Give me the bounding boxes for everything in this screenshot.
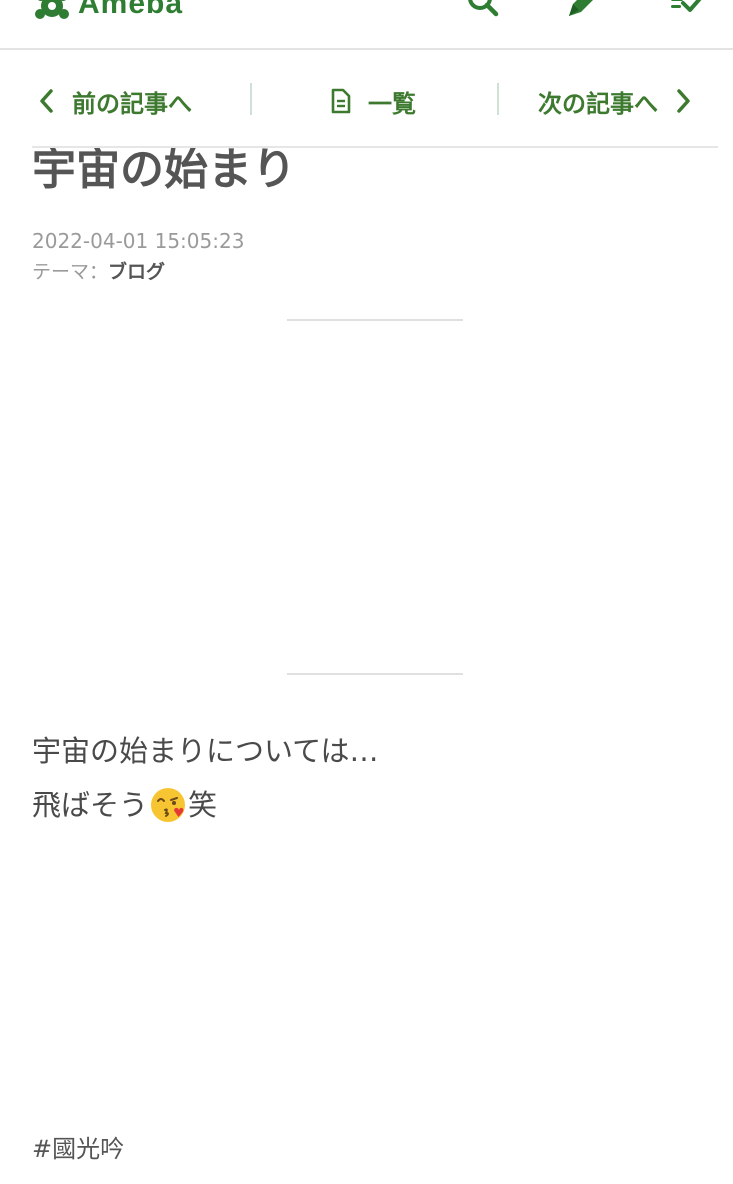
theme-prefix: テーマ： (32, 261, 109, 283)
article-list-link[interactable]: 一覧 (330, 76, 416, 126)
search-icon[interactable] (465, 0, 501, 20)
prev-article-link[interactable]: 前の記事へ (38, 76, 192, 126)
article-date: 2022-04-01 15:05:23 (32, 229, 245, 253)
checklist-icon[interactable] (669, 0, 705, 20)
article-body-line: 宇宙の始まりについては… (32, 734, 379, 768)
header-divider (32, 146, 718, 148)
chevron-right-icon (677, 89, 690, 113)
article-title: 宇宙の始まり (32, 144, 296, 195)
hashtag-link[interactable]: #國光吟 (32, 1133, 124, 1165)
logo-text: Ameba (78, 0, 184, 20)
chevron-left-icon (40, 89, 53, 113)
ameba-logo[interactable]: Ameba (32, 0, 183, 22)
prev-article-label: 前の記事へ (72, 89, 192, 118)
ad-divider-bottom (287, 673, 463, 675)
article-theme: テーマ：ブログ (32, 259, 165, 285)
next-article-label: 次の記事へ (538, 89, 658, 118)
nav-divider (497, 83, 499, 115)
article-body-line: 飛ばそう 笑 (32, 785, 217, 825)
theme-link[interactable]: ブログ (108, 261, 165, 283)
ad-area (32, 330, 701, 660)
kissing-face-emoji-icon (151, 788, 186, 822)
nav-divider (250, 83, 252, 115)
app-header: Ameba (0, 0, 733, 50)
article-list-label: 一覧 (368, 89, 416, 118)
document-icon (331, 88, 351, 114)
ameba-mascot-icon (35, 0, 69, 19)
body-text: 笑 (188, 788, 218, 822)
article-pager: 前の記事へ 一覧 次の記事へ (0, 76, 733, 126)
body-text: 飛ばそう (32, 788, 149, 822)
pen-icon[interactable] (565, 0, 601, 20)
next-article-link[interactable]: 次の記事へ (538, 76, 692, 126)
ad-divider-top (287, 319, 463, 321)
